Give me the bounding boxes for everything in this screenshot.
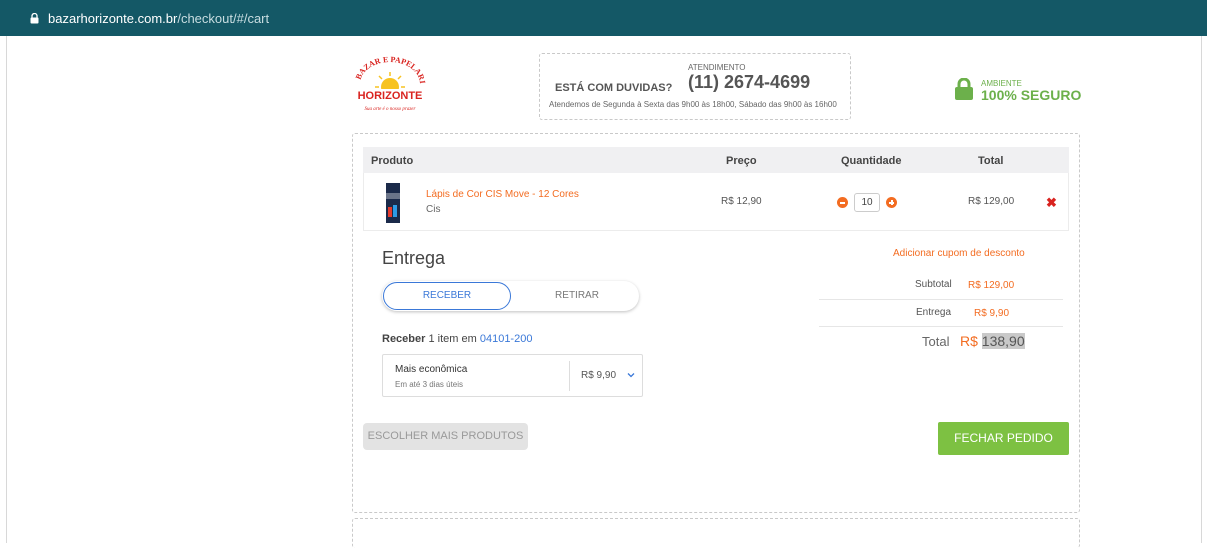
tab-receber[interactable]: RECEBER [383, 282, 511, 310]
store-logo[interactable]: BAZAR E PAPELARIA HORIZONTE Sua arte é o… [349, 49, 428, 122]
product-name-link[interactable]: Lápis de Cor CIS Move - 12 Cores [426, 189, 579, 200]
column-quantity: Quantidade [841, 155, 902, 167]
remove-item-icon[interactable]: ✖ [1046, 195, 1057, 211]
right-divider [1201, 36, 1202, 543]
subtotal-label: Subtotal [915, 279, 952, 290]
checkout-button[interactable]: FECHAR PEDIDO [938, 422, 1069, 455]
column-total: Total [978, 155, 1004, 167]
url-host: bazarhorizonte.com.br [48, 10, 178, 26]
shipping-option-days: Em até 3 dias úteis [395, 380, 464, 389]
choose-more-products-button[interactable]: ESCOLHER MAIS PRODUTOS [363, 423, 528, 450]
support-label: ATENDIMENTO [688, 63, 746, 72]
column-price: Preço [726, 155, 757, 167]
browser-address-bar[interactable]: bazarhorizonte.com.br/checkout/#/cart [0, 0, 1207, 36]
receive-text: 1 item em [428, 333, 477, 345]
product-price: R$ 12,90 [721, 196, 762, 207]
delivery-destination: Receber 1 item em 04101-200 [382, 333, 532, 345]
support-box: ESTÁ COM DUVIDAS? ATENDIMENTO (11) 2674-… [539, 53, 851, 120]
support-hours: Atendemos de Segunda à Sexta das 9h00 às… [549, 100, 837, 109]
subtotal-value: R$ 129,00 [968, 280, 1015, 291]
logo-tagline: Sua arte é o nosso prazer [365, 107, 416, 112]
lower-panel [352, 518, 1080, 548]
tab-retirar[interactable]: RETIRAR [517, 282, 637, 310]
url-path: /checkout/#/cart [177, 10, 270, 26]
shipping-separator [569, 361, 570, 391]
total-value: R$ 138,90 [960, 333, 1025, 349]
secure-big-text: 100% SEGURO [981, 87, 1082, 103]
cep-link[interactable]: 04101-200 [480, 333, 533, 345]
left-divider [6, 36, 7, 543]
receive-label: Receber [382, 333, 426, 345]
lock-icon [30, 13, 40, 24]
delivery-mode-toggle: RECEBER RETIRAR [382, 281, 639, 311]
product-total: R$ 129,00 [968, 196, 1015, 207]
delivery-cost-label: Entrega [916, 307, 952, 318]
add-coupon-link[interactable]: Adicionar cupom de desconto [893, 248, 1025, 259]
column-product: Produto [371, 155, 414, 167]
decrease-quantity-icon[interactable] [837, 197, 848, 208]
delivery-cost-value: R$ 9,90 [974, 308, 1010, 319]
secure-badge: AMBIENTE 100% SEGURO [955, 77, 1082, 105]
cart-item-row: Lápis de Cor CIS Move - 12 Cores Cis R$ … [363, 173, 1069, 231]
increase-quantity-icon[interactable] [886, 197, 897, 208]
subtotal-row: Subtotal R$ 129,00 [819, 272, 1063, 300]
cart-table-header: Produto Preço Quantidade Total [363, 147, 1069, 173]
quantity-input[interactable]: 10 [854, 193, 880, 212]
total-currency: R$ [960, 333, 978, 349]
support-phone[interactable]: (11) 2674-4699 [688, 72, 810, 93]
total-label: Total [922, 334, 950, 349]
support-question: ESTÁ COM DUVIDAS? [555, 82, 673, 94]
quantity-stepper: 10 [837, 193, 897, 212]
shipping-option-name: Mais econômica [395, 364, 468, 375]
padlock-icon [955, 77, 973, 105]
chevron-down-icon[interactable] [627, 370, 635, 380]
shipping-option-select[interactable]: Mais econômica Em até 3 dias úteis R$ 9,… [382, 354, 643, 397]
product-brand: Cis [426, 204, 441, 215]
logo-name: HORIZONTE [358, 90, 423, 102]
total-amount: 138,90 [981, 333, 1025, 349]
product-thumbnail[interactable] [386, 183, 400, 223]
delivery-cost-row: Entrega R$ 9,90 [819, 300, 1063, 327]
delivery-title: Entrega [382, 248, 446, 268]
shipping-option-price: R$ 9,90 [581, 370, 617, 381]
